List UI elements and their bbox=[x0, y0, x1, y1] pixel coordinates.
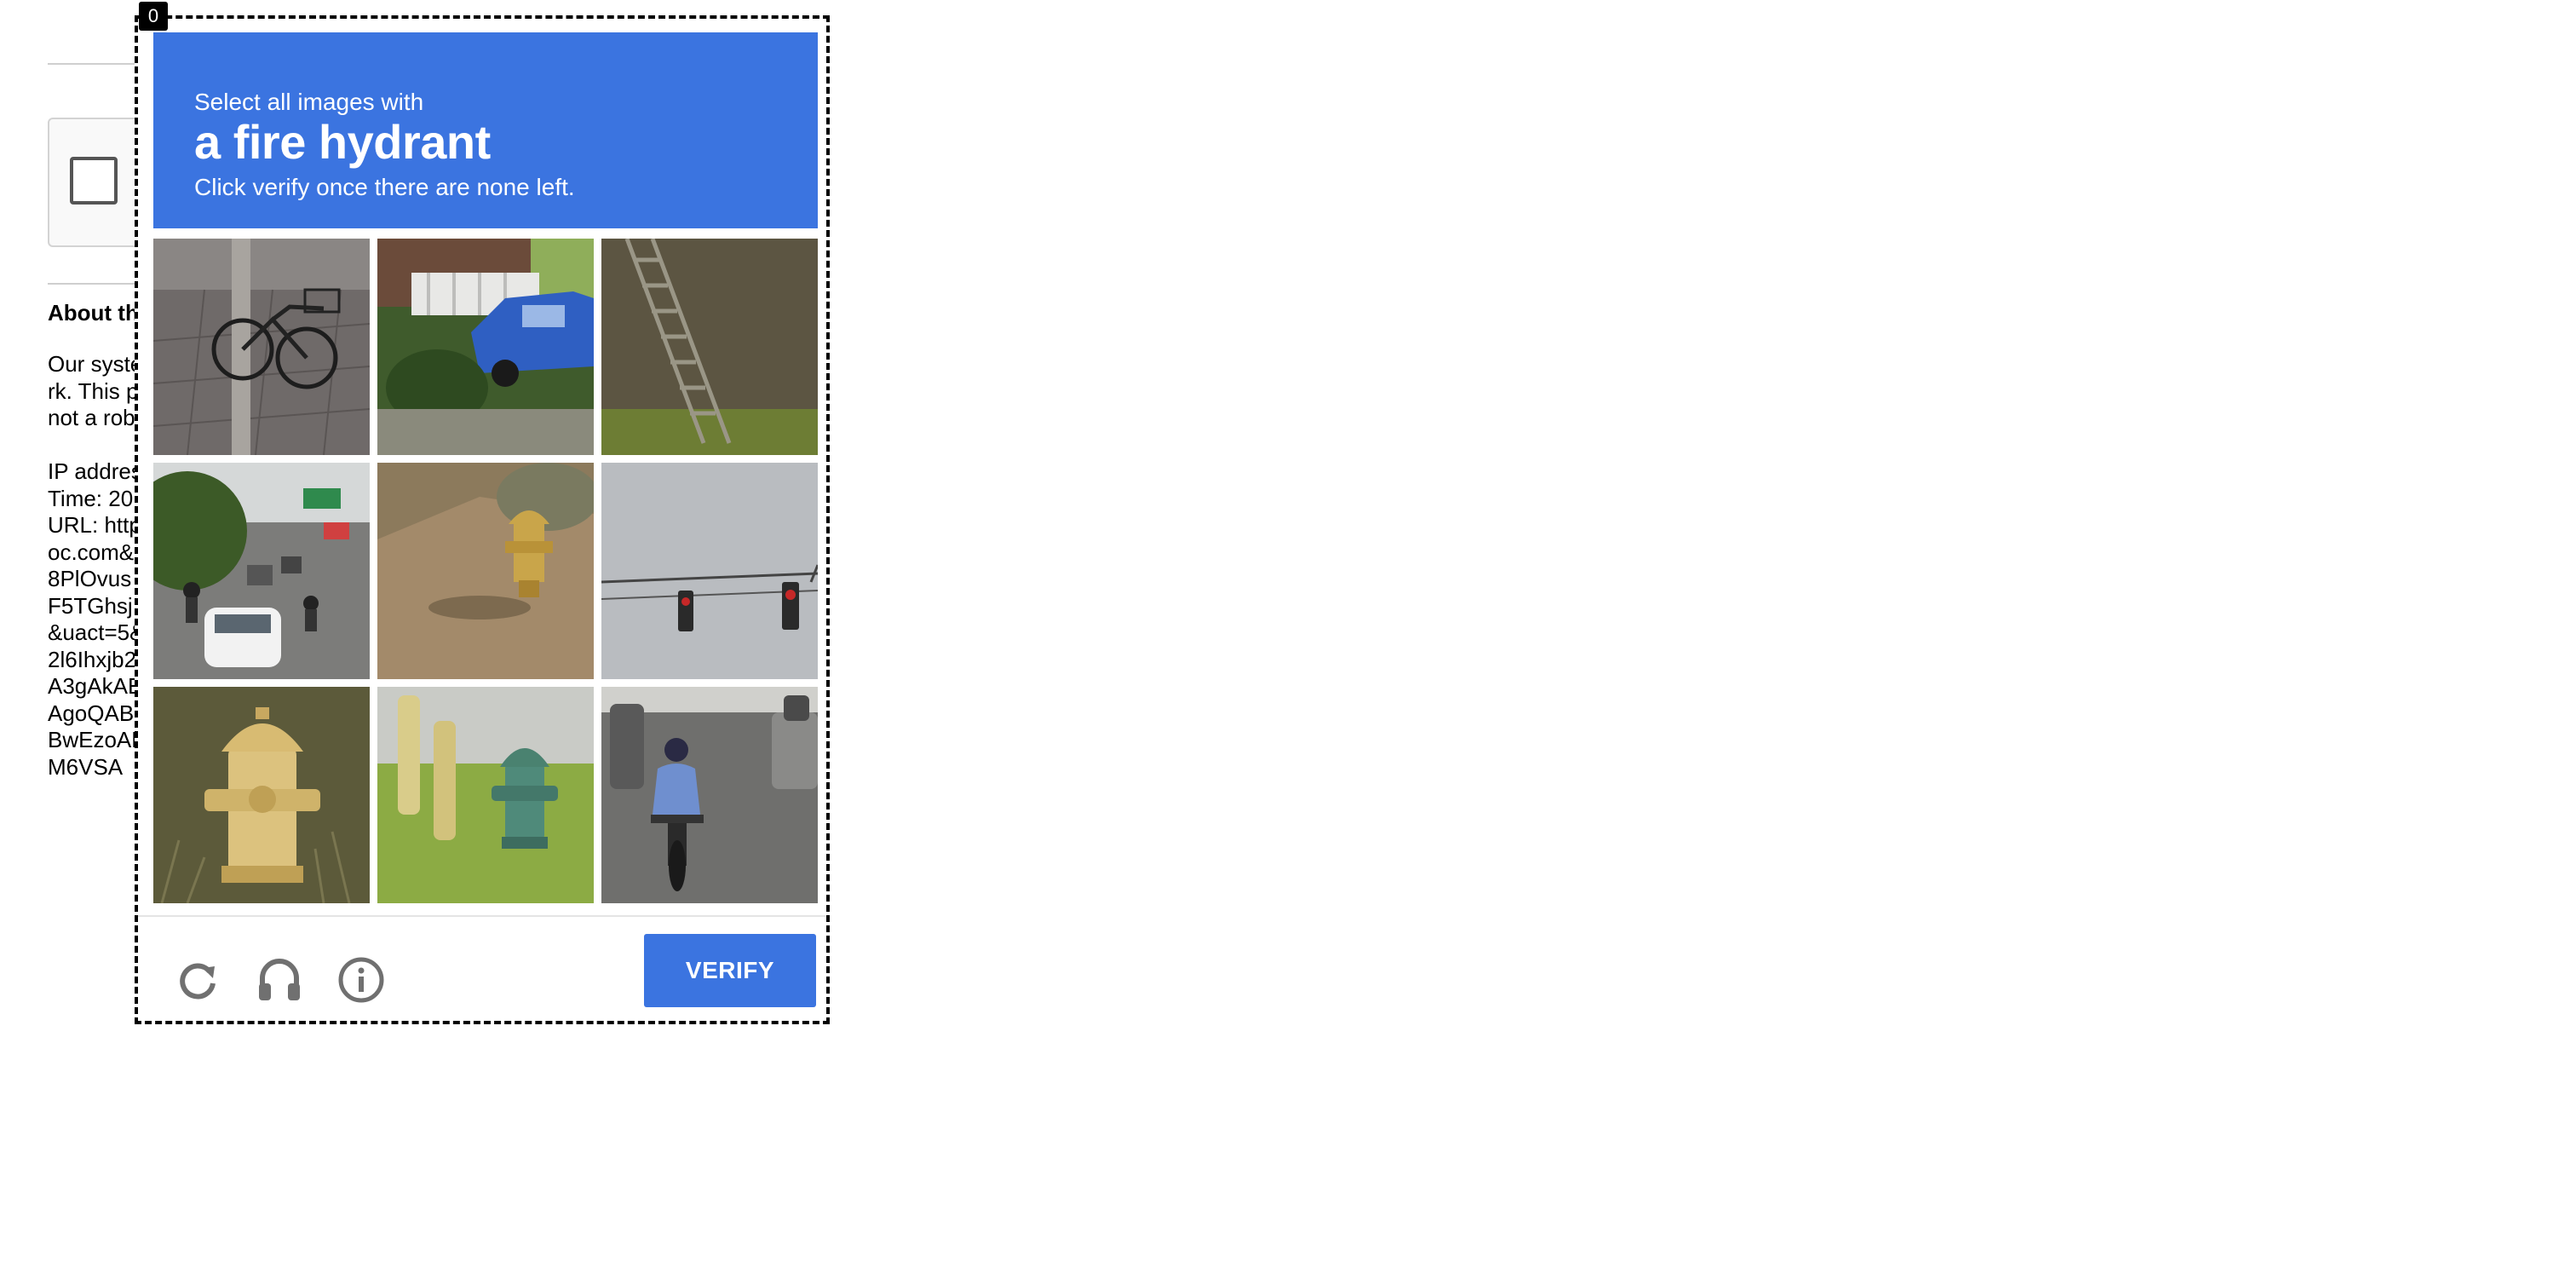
details-line: 2l6Ihxjb2 bbox=[48, 646, 137, 672]
details-line: AgoQAB bbox=[48, 700, 135, 726]
image-tile-5[interactable] bbox=[377, 463, 594, 679]
audio-challenge-button[interactable] bbox=[254, 954, 305, 1006]
traffic-light-tile bbox=[601, 463, 818, 679]
reload-button[interactable] bbox=[172, 954, 223, 1006]
page: About th Our syste rk. This p not a rob … bbox=[0, 0, 2576, 1285]
verify-button[interactable]: VERIFY bbox=[644, 934, 816, 1007]
image-tile-7[interactable] bbox=[153, 687, 370, 903]
details-line: oc.com& bbox=[48, 539, 135, 565]
image-grid bbox=[153, 239, 818, 903]
details-line: IP addres bbox=[48, 458, 142, 484]
help-button[interactable] bbox=[336, 954, 387, 1006]
info-icon bbox=[338, 957, 384, 1003]
about-heading: About th bbox=[48, 300, 139, 326]
stairs-tile bbox=[601, 239, 818, 455]
image-tile-4[interactable] bbox=[153, 463, 370, 679]
car-tile bbox=[377, 239, 594, 455]
image-tile-3[interactable] bbox=[601, 239, 818, 455]
about-paragraph: Our syste rk. This p not a rob bbox=[48, 351, 142, 432]
instruction-top: Select all images with bbox=[194, 89, 424, 115]
challenge-instructions: Select all images with a fire hydrant Cl… bbox=[153, 32, 818, 228]
image-tile-8[interactable] bbox=[377, 687, 594, 903]
not-a-robot-checkbox[interactable] bbox=[70, 157, 118, 205]
hydrant-tile bbox=[153, 687, 370, 903]
details-line: 8PlOvus bbox=[48, 566, 132, 591]
bicycle-tile bbox=[153, 239, 370, 455]
paragraph-line: not a rob bbox=[48, 405, 135, 430]
hydrant-tile bbox=[377, 687, 594, 903]
image-tile-9[interactable] bbox=[601, 687, 818, 903]
footer-divider bbox=[138, 915, 826, 917]
details-line: &uact=5& bbox=[48, 619, 145, 645]
reload-icon bbox=[180, 963, 216, 1000]
instruction-bottom: Click verify once there are none left. bbox=[194, 174, 575, 200]
details-line: M6VSA bbox=[48, 753, 124, 780]
details-line: URL: http bbox=[48, 512, 141, 538]
frame-index-marker: 0 bbox=[139, 2, 168, 31]
image-tile-1[interactable] bbox=[153, 239, 370, 455]
target-object: a fire hydrant bbox=[194, 115, 491, 169]
details-line: A3gAkAE bbox=[48, 673, 143, 699]
motorcycle-tile bbox=[601, 687, 818, 903]
details-line: Time: 20 bbox=[48, 485, 134, 511]
paragraph-line: Our syste bbox=[48, 351, 143, 377]
headphones-icon bbox=[259, 959, 300, 1000]
image-challenge-frame: Select all images with a fire hydrant Cl… bbox=[135, 15, 830, 1024]
hydrant-tile bbox=[377, 463, 594, 679]
paragraph-line: rk. This p bbox=[48, 377, 139, 404]
image-tile-2[interactable] bbox=[377, 239, 594, 455]
image-tile-6[interactable] bbox=[601, 463, 818, 679]
request-details: IP addres Time: 20 URL: http oc.com& 8Pl… bbox=[48, 458, 147, 781]
traffic-tile bbox=[153, 463, 370, 679]
details-line: BwEzoAB bbox=[48, 727, 147, 752]
details-line: F5TGhsj bbox=[48, 592, 133, 619]
